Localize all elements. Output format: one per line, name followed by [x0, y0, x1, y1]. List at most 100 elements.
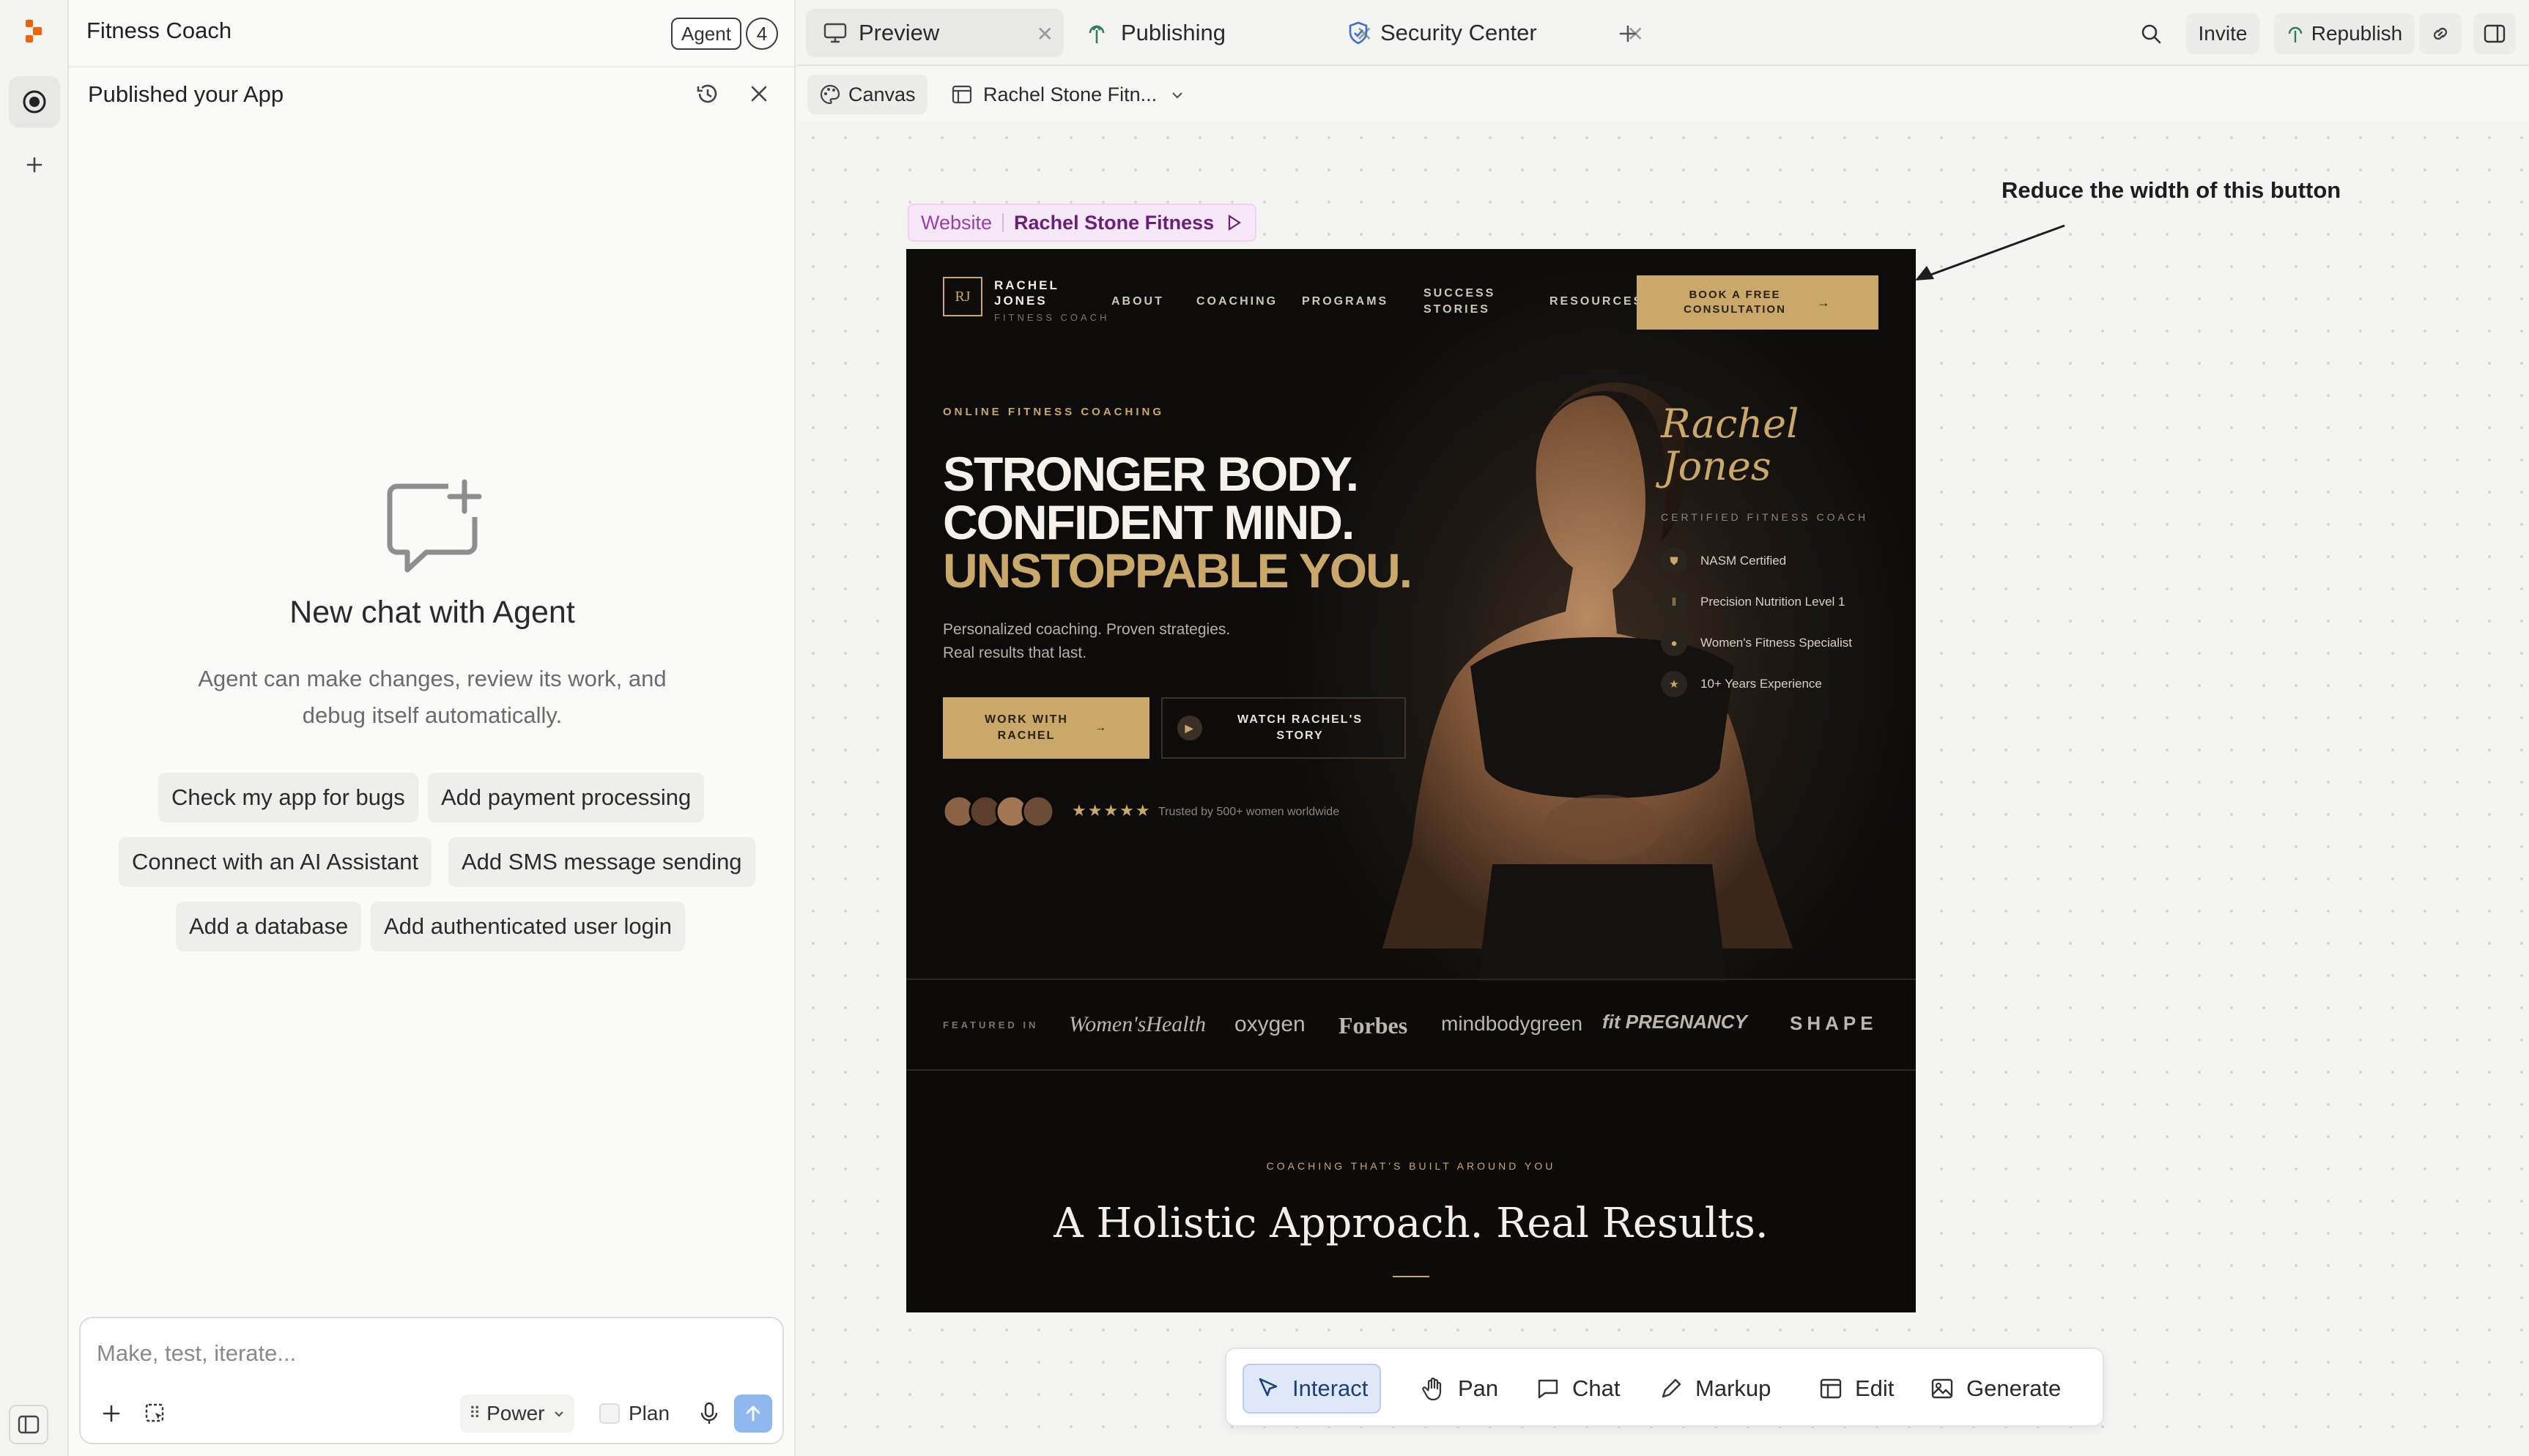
republish-button[interactable]: Republish [2274, 13, 2415, 54]
mode-label: Power [486, 1402, 545, 1425]
markup-tool[interactable]: Markup [1647, 1364, 1782, 1414]
canvas-annotation[interactable]: Reduce the width of this button [2002, 177, 2341, 204]
nav-about[interactable]: ABOUT [1111, 295, 1164, 308]
desc-line-2: debug itself automatically. [302, 702, 563, 728]
tab-preview[interactable]: Preview ✕ [806, 9, 1064, 57]
edit-tool[interactable]: Edit [1807, 1364, 1906, 1414]
suggestion-chip[interactable]: Add payment processing [428, 773, 705, 822]
canvas-label: Canvas [848, 83, 916, 105]
tab-bar: Preview ✕ Publishing ✕ Security Center ✕… [797, 0, 2529, 66]
press-logo-fit-pregnancy: fit PREGNANCY [1602, 1011, 1747, 1033]
publish-icon [1089, 25, 1105, 43]
agent-count: 4 [745, 18, 778, 50]
copy-link-button[interactable] [2419, 13, 2462, 54]
generate-tool[interactable]: Generate [1918, 1364, 2073, 1414]
nav-success[interactable]: SUCCESS [1423, 287, 1495, 300]
tab-label: Publishing [1121, 20, 1226, 45]
attach-button[interactable] [92, 1394, 130, 1433]
select-element-button[interactable] [136, 1394, 174, 1433]
website-frame[interactable]: RJ RACHEL JONES FITNESS COACH ABOUT COAC… [906, 249, 1916, 1312]
watch-story-button[interactable]: ▶ WATCH RACHEL'S STORY [1161, 697, 1406, 759]
headline-line-3: UNSTOPPABLE YOU. [943, 543, 1412, 598]
section-divider [1393, 1276, 1429, 1277]
signature-line-2: Jones [1662, 443, 1771, 489]
tool-label: Edit [1855, 1375, 1895, 1401]
voice-button[interactable] [690, 1394, 728, 1433]
pan-tool[interactable]: Pan [1410, 1364, 1510, 1414]
new-tab-button[interactable] [1607, 13, 1648, 54]
cta2-label: WATCH RACHEL'S STORY [1237, 712, 1363, 744]
cert-label: 10+ Years Experience [1700, 677, 1822, 691]
suggestion-chip[interactable]: Check my app for bugs [158, 773, 418, 822]
search-button[interactable] [2130, 13, 2171, 54]
trust-text: Trusted by 500+ women worldwide [1158, 806, 1340, 818]
featured-label: FEATURED IN [943, 1019, 1039, 1030]
suggestion-chip[interactable]: Add a database [176, 902, 362, 951]
nav-coaching[interactable]: COACHING [1196, 295, 1278, 308]
press-logo-forbes: Forbes [1338, 1012, 1408, 1039]
replit-logo-icon[interactable] [24, 18, 45, 45]
palette-icon [820, 84, 840, 105]
avatar-stack [943, 794, 1060, 829]
cta1-line-2: RACHEL [997, 729, 1056, 742]
app-title[interactable]: Fitness Coach [86, 18, 232, 44]
link-icon [2433, 27, 2448, 40]
toggle-panel-button[interactable] [2473, 13, 2516, 54]
composer-input[interactable]: Make, test, iterate... [97, 1340, 296, 1367]
press-logo-oxygen: oxygen [1234, 1012, 1306, 1036]
nav-resources[interactable]: RESOURCES [1549, 295, 1643, 308]
nav-programs[interactable]: PROGRAMS [1302, 295, 1388, 308]
chevron-down-icon [1172, 92, 1182, 99]
plus-icon [103, 1405, 120, 1422]
tab-publishing[interactable]: Publishing ✕ [1075, 9, 1383, 57]
close-panel-button[interactable] [743, 78, 775, 110]
cert-label: NASM Certified [1700, 554, 1787, 568]
cert-item: ★ 10+ Years Experience [1661, 671, 1822, 697]
canvas-button[interactable]: Canvas [807, 75, 927, 114]
brand-mark[interactable]: RJ [943, 277, 982, 316]
arrow-up-icon [746, 1405, 760, 1422]
plan-checkbox[interactable] [599, 1403, 620, 1424]
book-consultation-button[interactable]: BOOK A FREE CONSULTATION → [1637, 275, 1878, 330]
book-label: BOOK A FREE CONSULTATION [1684, 288, 1786, 317]
nutrition-icon: ‖ [1661, 589, 1687, 615]
new-chat-title: New chat with Agent [289, 595, 575, 630]
close-tab-icon[interactable]: ✕ [1037, 22, 1054, 46]
interact-tool[interactable]: Interact [1243, 1364, 1382, 1414]
badge-icon: ⛊ [1661, 548, 1687, 574]
rating-stars: ★★★★★ [1072, 801, 1152, 820]
press-logo-shape: SHAPE [1790, 1012, 1878, 1034]
cert-title: CERTIFIED FITNESS COACH [1661, 511, 1869, 523]
section-eyebrow: COACHING THAT'S BUILT AROUND YOU [1266, 1160, 1556, 1172]
search-icon [2141, 24, 2161, 44]
book-line-2: CONSULTATION [1684, 303, 1786, 316]
agent-rail-button[interactable] [9, 76, 60, 127]
plan-toggle[interactable]: Plan [592, 1394, 677, 1433]
new-rail-button[interactable] [9, 139, 60, 190]
annotation-arrow-icon [1915, 224, 2065, 281]
frame-label[interactable]: Website Rachel Stone Fitness [908, 204, 1257, 242]
mode-select[interactable]: ⠿ Power [460, 1394, 574, 1433]
work-with-rachel-button[interactable]: WORK WITH RACHEL → [943, 697, 1149, 759]
chat-tool[interactable]: Chat [1524, 1364, 1632, 1414]
toggle-sidebar-button[interactable] [9, 1405, 48, 1444]
chat-bubble-icon [1538, 1379, 1558, 1399]
page-select[interactable]: Rachel Stone Fitn... [951, 75, 1185, 114]
history-button[interactable] [692, 78, 724, 110]
brand-name-2[interactable]: JONES [994, 294, 1048, 308]
suggestion-chip[interactable]: Connect with an AI Assistant [119, 837, 432, 887]
section-title: A Holistic Approach. Real Results. [1054, 1200, 1769, 1247]
agent-badge[interactable]: Agent 4 [671, 16, 778, 51]
agent-label: Agent [671, 18, 741, 50]
brand-name-1[interactable]: RACHEL [994, 278, 1059, 293]
suggestion-chip[interactable]: Add authenticated user login [371, 902, 685, 951]
invite-button[interactable]: Invite [2186, 13, 2259, 54]
suggestion-chip[interactable]: Add SMS message sending [448, 837, 755, 887]
sidebar-right-icon [2484, 24, 2506, 43]
nav-stories[interactable]: STORIES [1423, 303, 1490, 316]
close-icon [751, 86, 767, 102]
arrow-right-icon: → [1816, 295, 1832, 310]
plan-label: Plan [629, 1402, 670, 1425]
play-icon: ▶ [1177, 716, 1202, 740]
send-button[interactable] [734, 1394, 772, 1433]
